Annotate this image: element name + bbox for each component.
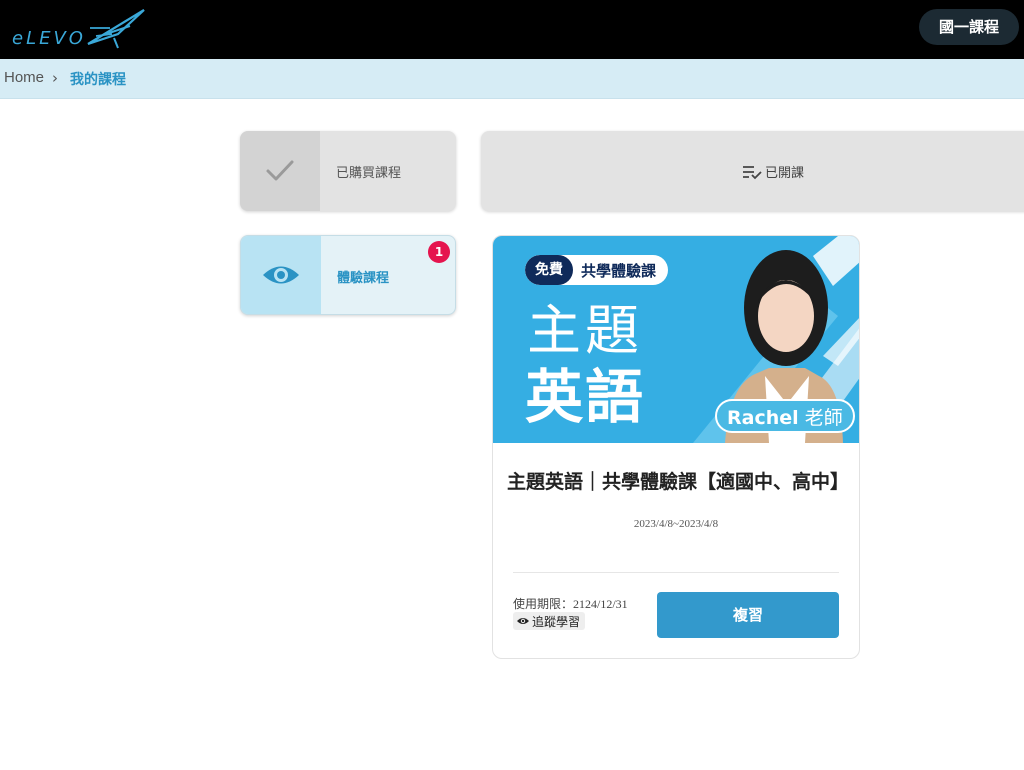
icon-box <box>240 131 320 211</box>
teacher-name: Rachel <box>727 407 799 429</box>
banner-tag-pill: 免費 共學體驗課 <box>525 255 669 285</box>
course-tab-bar: 已開課 <box>481 131 1024 211</box>
course-title: 主題英語｜共學體驗課【適國中、高中】 <box>507 471 850 493</box>
top-navbar: eLEVO 國一課程 <box>0 0 1024 59</box>
divider <box>513 572 839 573</box>
list-check-icon <box>743 165 762 179</box>
tab-opened-courses[interactable]: 已開課 <box>742 162 804 181</box>
chevron-right-icon: › <box>52 69 58 87</box>
notification-badge: 1 <box>428 241 450 263</box>
teacher-suffix: 老師 <box>804 407 843 429</box>
icon-box <box>241 236 321 314</box>
course-banner-image: 免費 共學體驗課 主題 英語 Rachel 老師 <box>493 236 859 443</box>
breadcrumb: Home › 我的課程 <box>0 59 1024 99</box>
teacher-name-tag: Rachel 老師 <box>715 399 855 433</box>
sidebar-item-trial-courses[interactable]: 體驗課程 <box>240 235 456 315</box>
sidebar-item-label: 體驗課程 <box>337 271 390 286</box>
elevo-logo[interactable]: eLEVO <box>10 4 150 52</box>
eye-icon <box>517 618 529 624</box>
breadcrumb-home-link[interactable]: Home <box>4 69 44 86</box>
free-label: 免費 <box>525 255 573 285</box>
sidebar-item-purchased-courses[interactable]: 已購買課程 <box>240 131 456 211</box>
sidebar-item-label: 已購買課程 <box>336 166 402 181</box>
course-dates: 2023/4/8~2023/4/8 <box>633 518 719 530</box>
banner-tag-label: 共學體驗課 <box>581 261 657 280</box>
tab-label: 已開課 <box>765 166 805 181</box>
follow-learning-tag[interactable]: 追蹤學習 <box>513 612 586 630</box>
follow-label: 追蹤學習 <box>532 614 581 629</box>
banner-title-line2: 英語 <box>525 363 646 431</box>
check-icon <box>266 160 294 181</box>
course-card[interactable]: 免費 共學體驗課 主題 英語 Rachel 老師 主題英語｜共學體驗課【適國中、… <box>492 235 860 659</box>
breadcrumb-current: 我的課程 <box>70 72 126 88</box>
logo-text: eLEVO <box>12 28 86 49</box>
review-button[interactable]: 複習 <box>657 592 839 638</box>
eye-icon <box>263 266 299 284</box>
course-expiry: 使用期限：2124/12/31 <box>513 597 628 611</box>
grade-selector-button[interactable]: 國一課程 <box>919 9 1019 45</box>
